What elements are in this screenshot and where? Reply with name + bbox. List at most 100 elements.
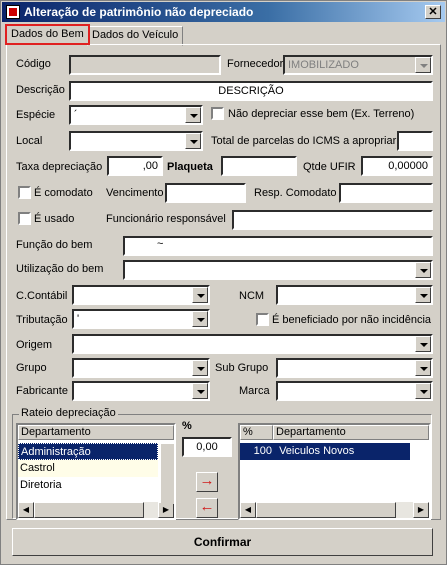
fornecedor-combo[interactable]: IMOBILIZADO bbox=[283, 55, 433, 75]
chevron-down-icon[interactable] bbox=[415, 336, 431, 352]
origem-combo[interactable] bbox=[72, 334, 433, 354]
window-title: Alteração de patrimônio não depreciado bbox=[24, 5, 254, 19]
grupo-combo[interactable] bbox=[72, 358, 210, 378]
scroll-left-icon[interactable]: ◀ bbox=[240, 502, 256, 518]
utilizacao-label: Utilização do bem bbox=[16, 263, 104, 275]
list-item[interactable]: Diretoria bbox=[18, 477, 158, 494]
descricao-label: Descrição bbox=[16, 84, 65, 96]
list-item[interactable]: Castrol bbox=[18, 460, 158, 477]
funcao-label: Função do bem bbox=[16, 239, 93, 251]
resp-comodato-field[interactable] bbox=[339, 183, 433, 203]
plaqueta-label: Plaqueta bbox=[167, 161, 213, 173]
scroll-left-icon[interactable]: ◀ bbox=[18, 502, 34, 518]
taxa-depreciacao-label: Taxa depreciação bbox=[16, 161, 103, 173]
grupo-label: Grupo bbox=[16, 362, 47, 374]
close-button[interactable]: ✕ bbox=[425, 5, 441, 19]
codigo-label: Código bbox=[16, 58, 51, 70]
tributacao-label: Tributação bbox=[16, 314, 68, 326]
marca-label: Marca bbox=[239, 385, 270, 397]
departamento-header[interactable]: Departamento bbox=[273, 425, 429, 440]
especie-combo[interactable]: ´ bbox=[69, 105, 203, 125]
qtde-ufir-label: Qtde UFIR bbox=[303, 161, 356, 173]
rateio-dept: Veiculos Novos bbox=[279, 445, 355, 457]
especie-label: Espécie bbox=[16, 109, 56, 121]
horizontal-scrollbar[interactable]: ◀ ▶ bbox=[240, 502, 429, 518]
chevron-down-icon[interactable] bbox=[415, 57, 431, 73]
chevron-down-icon[interactable] bbox=[415, 360, 431, 376]
rateio-list[interactable]: % Departamento 100 Veiculos Novos ◀ ▶ bbox=[238, 423, 431, 520]
tab-dados-do-bem[interactable]: Dados do Bem bbox=[5, 24, 90, 45]
marca-combo[interactable] bbox=[276, 381, 433, 401]
horizontal-scrollbar[interactable]: ◀ ▶ bbox=[18, 502, 174, 518]
percent-header[interactable]: % bbox=[240, 425, 273, 440]
nao-depreciar-label: Não depreciar esse bem (Ex. Terreno) bbox=[228, 108, 415, 120]
chevron-down-icon[interactable] bbox=[185, 107, 201, 123]
scroll-corner bbox=[161, 444, 174, 504]
scroll-thumb[interactable] bbox=[34, 502, 144, 518]
beneficiado-label: É beneficiado por não incidência bbox=[272, 314, 432, 326]
total-parcelas-label: Total de parcelas do ICMS a apropriar bbox=[211, 135, 397, 147]
chevron-down-icon[interactable] bbox=[192, 383, 208, 399]
nao-depreciar-checkbox[interactable] bbox=[211, 107, 224, 120]
list-item[interactable]: Administração bbox=[18, 443, 158, 460]
percent-label: % bbox=[182, 420, 192, 432]
usado-label: É usado bbox=[34, 213, 75, 225]
codigo-field[interactable] bbox=[69, 55, 221, 75]
departamentos-list[interactable]: Departamento Administração Castrol Diret… bbox=[16, 423, 176, 520]
fornecedor-label: Fornecedor bbox=[227, 58, 284, 70]
utilizacao-combo[interactable] bbox=[123, 260, 433, 280]
comodato-label: É comodato bbox=[34, 187, 93, 199]
vencimento-label: Vencimento bbox=[106, 187, 164, 199]
resp-comodato-label: Resp. Comodato bbox=[254, 187, 337, 199]
table-row[interactable]: 100 Veiculos Novos bbox=[240, 443, 410, 460]
fabricante-combo[interactable] bbox=[72, 381, 210, 401]
descricao-field[interactable]: DESCRIÇÃO bbox=[69, 81, 433, 101]
funcionario-field[interactable] bbox=[232, 210, 433, 230]
add-arrow-button[interactable]: → bbox=[196, 472, 218, 492]
rateio-title: Rateio depreciação bbox=[19, 407, 118, 419]
scroll-thumb[interactable] bbox=[256, 502, 396, 518]
local-label: Local bbox=[16, 135, 43, 147]
scroll-right-icon[interactable]: ▶ bbox=[413, 502, 429, 518]
remove-arrow-button[interactable]: ← bbox=[196, 498, 218, 518]
ncm-combo[interactable] bbox=[276, 285, 433, 305]
chevron-down-icon[interactable] bbox=[415, 383, 431, 399]
sub-grupo-combo[interactable] bbox=[276, 358, 433, 378]
window: Alteração de patrimônio não depreciado ✕… bbox=[0, 0, 447, 565]
usado-checkbox[interactable] bbox=[18, 212, 31, 225]
local-combo[interactable] bbox=[69, 131, 203, 151]
fornecedor-value: IMOBILIZADO bbox=[288, 59, 359, 71]
tab-dados-do-veiculo[interactable]: Dados do Veículo bbox=[87, 26, 184, 46]
qtde-ufir-field[interactable]: 0,00000 bbox=[361, 156, 433, 176]
tributacao-combo[interactable]: ' bbox=[72, 309, 210, 329]
app-icon bbox=[6, 5, 20, 19]
title-bar: Alteração de patrimônio não depreciado ✕ bbox=[2, 2, 445, 22]
total-parcelas-field[interactable] bbox=[397, 131, 433, 151]
fabricante-label: Fabricante bbox=[16, 385, 68, 397]
c-contabil-combo[interactable] bbox=[72, 285, 210, 305]
c-contabil-label: C.Contábil bbox=[16, 290, 68, 302]
chevron-down-icon[interactable] bbox=[185, 133, 201, 149]
especie-value: ´ bbox=[74, 109, 78, 121]
taxa-depreciacao-field[interactable]: ,00 bbox=[107, 156, 163, 176]
ncm-label: NCM bbox=[239, 290, 265, 302]
departamento-header[interactable]: Departamento bbox=[18, 425, 174, 440]
chevron-down-icon[interactable] bbox=[192, 360, 208, 376]
confirmar-button[interactable]: Confirmar bbox=[12, 528, 433, 556]
tributacao-value: ' bbox=[77, 313, 80, 325]
beneficiado-checkbox[interactable] bbox=[256, 313, 269, 326]
funcionario-label: Funcionário responsável bbox=[106, 213, 226, 225]
origem-label: Origem bbox=[16, 339, 53, 351]
percent-field[interactable]: 0,00 bbox=[182, 437, 232, 457]
chevron-down-icon[interactable] bbox=[192, 287, 208, 303]
plaqueta-field[interactable] bbox=[221, 156, 297, 176]
sub-grupo-label: Sub Grupo bbox=[215, 362, 269, 374]
vencimento-field[interactable] bbox=[165, 183, 246, 203]
chevron-down-icon[interactable] bbox=[415, 287, 431, 303]
chevron-down-icon[interactable] bbox=[192, 311, 208, 327]
rateio-pct: 100 bbox=[253, 445, 272, 457]
funcao-field[interactable]: ~ bbox=[123, 236, 433, 256]
chevron-down-icon[interactable] bbox=[415, 262, 431, 278]
scroll-right-icon[interactable]: ▶ bbox=[158, 502, 174, 518]
comodato-checkbox[interactable] bbox=[18, 186, 31, 199]
